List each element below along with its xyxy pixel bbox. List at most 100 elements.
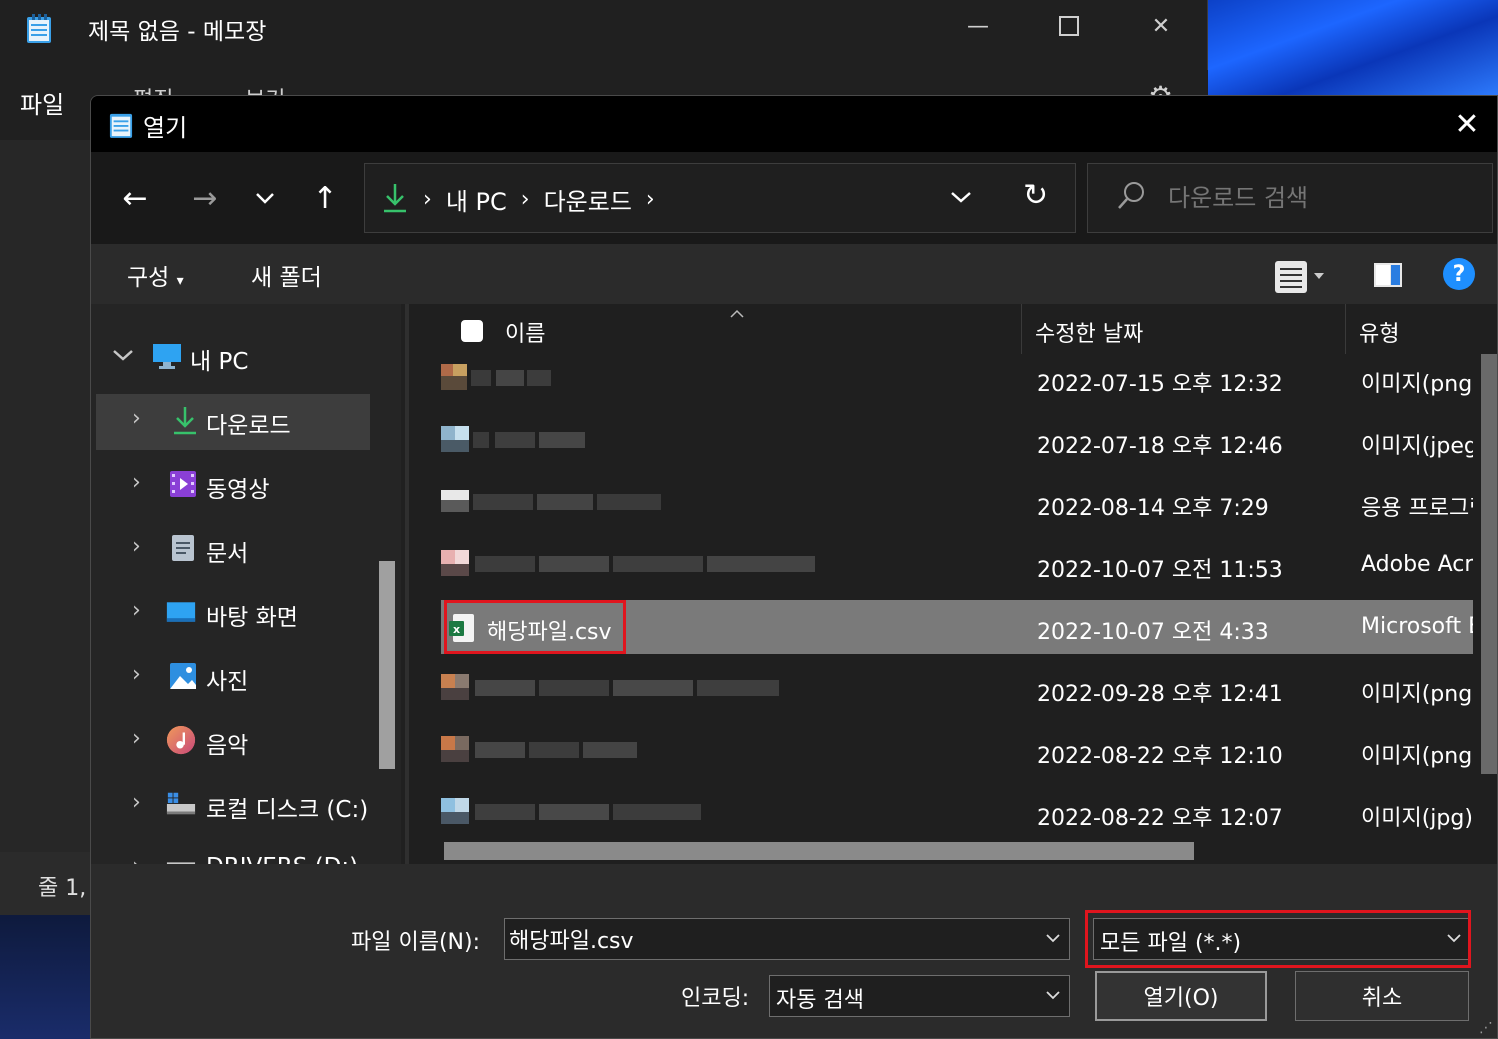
new-folder-button[interactable]: 새 폴더 bbox=[251, 258, 322, 292]
notepad-icon bbox=[109, 113, 133, 138]
resize-grip-icon[interactable]: ⋰ bbox=[1479, 1020, 1493, 1036]
nav-pane-scroll-thumb[interactable] bbox=[379, 561, 395, 769]
filename-combobox[interactable] bbox=[504, 918, 1070, 960]
chevron-down-icon[interactable] bbox=[112, 348, 134, 362]
desktop-icon bbox=[166, 602, 196, 622]
file-type: 이미지(png) bbox=[1361, 372, 1473, 397]
organize-dropdown-icon: ▾ bbox=[176, 273, 184, 289]
open-button[interactable]: 열기(O) bbox=[1095, 971, 1267, 1021]
view-options-button[interactable] bbox=[1274, 259, 1328, 295]
tree-label: 동영상 bbox=[206, 477, 270, 503]
file-date: 2022-07-15 오후 12:32 bbox=[1037, 372, 1283, 397]
download-icon bbox=[384, 184, 406, 213]
column-header: 이름 수정한 날짜 유형 bbox=[409, 304, 1497, 354]
file-date: 2022-10-07 오전 11:53 bbox=[1037, 558, 1283, 583]
filetype-highlight-box bbox=[1085, 910, 1471, 968]
select-all-checkbox[interactable] bbox=[461, 320, 483, 342]
file-row[interactable]: 2022-10-07 오전 11:53 Adobe Acrobat bbox=[441, 538, 1473, 592]
notepad-icon bbox=[27, 14, 51, 43]
chevron-right-icon[interactable]: › bbox=[132, 662, 141, 687]
breadcrumb-downloads[interactable]: 다운로드 bbox=[544, 182, 632, 217]
filename-label: 파일 이름(N): bbox=[351, 930, 480, 955]
menu-file[interactable]: 파일 bbox=[20, 85, 64, 120]
cancel-button[interactable]: 취소 bbox=[1295, 971, 1469, 1021]
tree-label: 다운로드 bbox=[206, 413, 291, 439]
minimize-icon[interactable]: — bbox=[955, 8, 1001, 44]
chevron-right-icon[interactable]: › bbox=[132, 726, 141, 751]
filename-input[interactable] bbox=[509, 923, 1029, 955]
chevron-down-icon[interactable] bbox=[1045, 984, 1061, 1005]
breadcrumb-separator-icon[interactable]: › bbox=[423, 187, 432, 212]
dialog-title: 열기 bbox=[143, 114, 188, 142]
file-row[interactable]: 2022-09-28 오후 12:41 이미지(png) bbox=[441, 662, 1473, 716]
file-row[interactable]: 2022-07-15 오후 12:32 이미지(png) bbox=[441, 352, 1473, 406]
column-date[interactable]: 수정한 날짜 bbox=[1035, 316, 1143, 348]
tree-item-music[interactable]: › 음악 bbox=[96, 714, 370, 770]
column-type[interactable]: 유형 bbox=[1359, 316, 1399, 348]
file-row-selected[interactable]: x 해당파일.csv 2022-10-07 오전 4:33 Microsoft … bbox=[441, 600, 1473, 654]
notepad-title: 제목 없음 - 메모장 bbox=[88, 19, 267, 45]
file-row[interactable]: 2022-08-22 오후 12:07 이미지(jpg) bbox=[441, 786, 1473, 840]
column-name[interactable]: 이름 bbox=[505, 316, 545, 348]
breadcrumb-separator-icon[interactable]: › bbox=[646, 187, 655, 212]
tree-item-my-pc[interactable]: 내 PC bbox=[96, 330, 370, 386]
chevron-right-icon[interactable]: › bbox=[132, 534, 141, 559]
file-date: 2022-08-22 오후 12:10 bbox=[1037, 744, 1283, 769]
recent-locations-chevron-icon[interactable] bbox=[245, 178, 285, 218]
address-dropdown-icon[interactable] bbox=[950, 182, 972, 210]
file-date: 2022-10-07 오전 4:33 bbox=[1037, 620, 1269, 645]
tree-label: 바탕 화면 bbox=[206, 605, 298, 631]
address-bar[interactable]: › 내 PC › 다운로드 › ↻ bbox=[364, 163, 1076, 233]
help-button[interactable]: ? bbox=[1443, 258, 1475, 290]
tree-item-videos[interactable]: › 동영상 bbox=[96, 458, 370, 514]
file-row[interactable]: 2022-07-18 오후 12:46 이미지(jpeg) bbox=[441, 414, 1473, 468]
dialog-titlebar bbox=[91, 96, 1497, 152]
file-date: 2022-09-28 오후 12:41 bbox=[1037, 682, 1283, 707]
encoding-label: 인코딩: bbox=[681, 986, 750, 1011]
tree-label: 로컬 디스크 (C:) bbox=[206, 797, 369, 823]
file-type: 이미지(jpg) bbox=[1361, 806, 1473, 831]
close-icon[interactable]: ✕ bbox=[1138, 8, 1184, 44]
blurred-filename bbox=[441, 550, 815, 576]
file-type: 이미지(jpeg) bbox=[1361, 434, 1473, 459]
back-arrow-icon[interactable]: ← bbox=[115, 178, 155, 218]
column-separator[interactable] bbox=[1021, 304, 1022, 354]
organize-button[interactable]: 구성 ▾ bbox=[127, 258, 184, 292]
breadcrumb-separator-icon[interactable]: › bbox=[521, 187, 530, 212]
preview-pane-icon[interactable] bbox=[1373, 262, 1403, 288]
breadcrumb-my-pc[interactable]: 내 PC bbox=[446, 182, 507, 217]
file-list-vertical-scrollbar[interactable] bbox=[1481, 354, 1497, 774]
tree-item-local-disk[interactable]: › 로컬 디스크 (C:) bbox=[96, 778, 370, 834]
dialog-close-icon[interactable]: ✕ bbox=[1447, 104, 1487, 144]
organize-label: 구성 bbox=[127, 265, 170, 291]
tree-item-desktop[interactable]: › 바탕 화면 bbox=[96, 586, 370, 642]
file-list-horizontal-scrollbar[interactable] bbox=[444, 842, 1194, 860]
search-box[interactable] bbox=[1087, 163, 1493, 233]
refresh-icon[interactable]: ↻ bbox=[1023, 178, 1048, 213]
column-separator[interactable] bbox=[1345, 304, 1346, 354]
tree-label: 사진 bbox=[206, 669, 249, 695]
encoding-select[interactable]: 자동 검색 bbox=[769, 975, 1070, 1017]
search-input[interactable] bbox=[1168, 180, 1468, 216]
tree-label: 음악 bbox=[206, 733, 249, 759]
up-arrow-icon[interactable]: ↑ bbox=[305, 178, 345, 218]
file-row[interactable]: 2022-08-22 오후 12:10 이미지(png) bbox=[441, 724, 1473, 778]
chevron-right-icon[interactable]: › bbox=[132, 790, 141, 815]
blurred-filename bbox=[441, 490, 661, 512]
chevron-right-icon[interactable]: › bbox=[132, 598, 141, 623]
tree-item-pictures[interactable]: › 사진 bbox=[96, 650, 370, 706]
chevron-right-icon[interactable]: › bbox=[132, 470, 141, 495]
chevron-right-icon[interactable]: › bbox=[132, 406, 141, 431]
status-line-position: 줄 1, bbox=[38, 876, 87, 901]
tree-item-documents[interactable]: › 문서 bbox=[96, 522, 370, 578]
pictures-icon bbox=[170, 663, 196, 689]
forward-arrow-icon[interactable]: → bbox=[185, 178, 225, 218]
file-list: 이름 수정한 날짜 유형 2022-07-15 오후 12:32 이미지(png… bbox=[409, 304, 1497, 864]
tree-label: 내 PC bbox=[190, 349, 249, 375]
maximize-icon[interactable] bbox=[1046, 8, 1092, 44]
details-view-icon bbox=[1275, 261, 1324, 293]
chevron-down-icon[interactable] bbox=[1045, 927, 1061, 948]
tree-item-downloads[interactable]: › 다운로드 bbox=[96, 394, 370, 450]
file-row[interactable]: 2022-08-14 오후 7:29 응용 프로그램 bbox=[441, 476, 1473, 530]
desktop-wallpaper-left bbox=[0, 915, 95, 1039]
